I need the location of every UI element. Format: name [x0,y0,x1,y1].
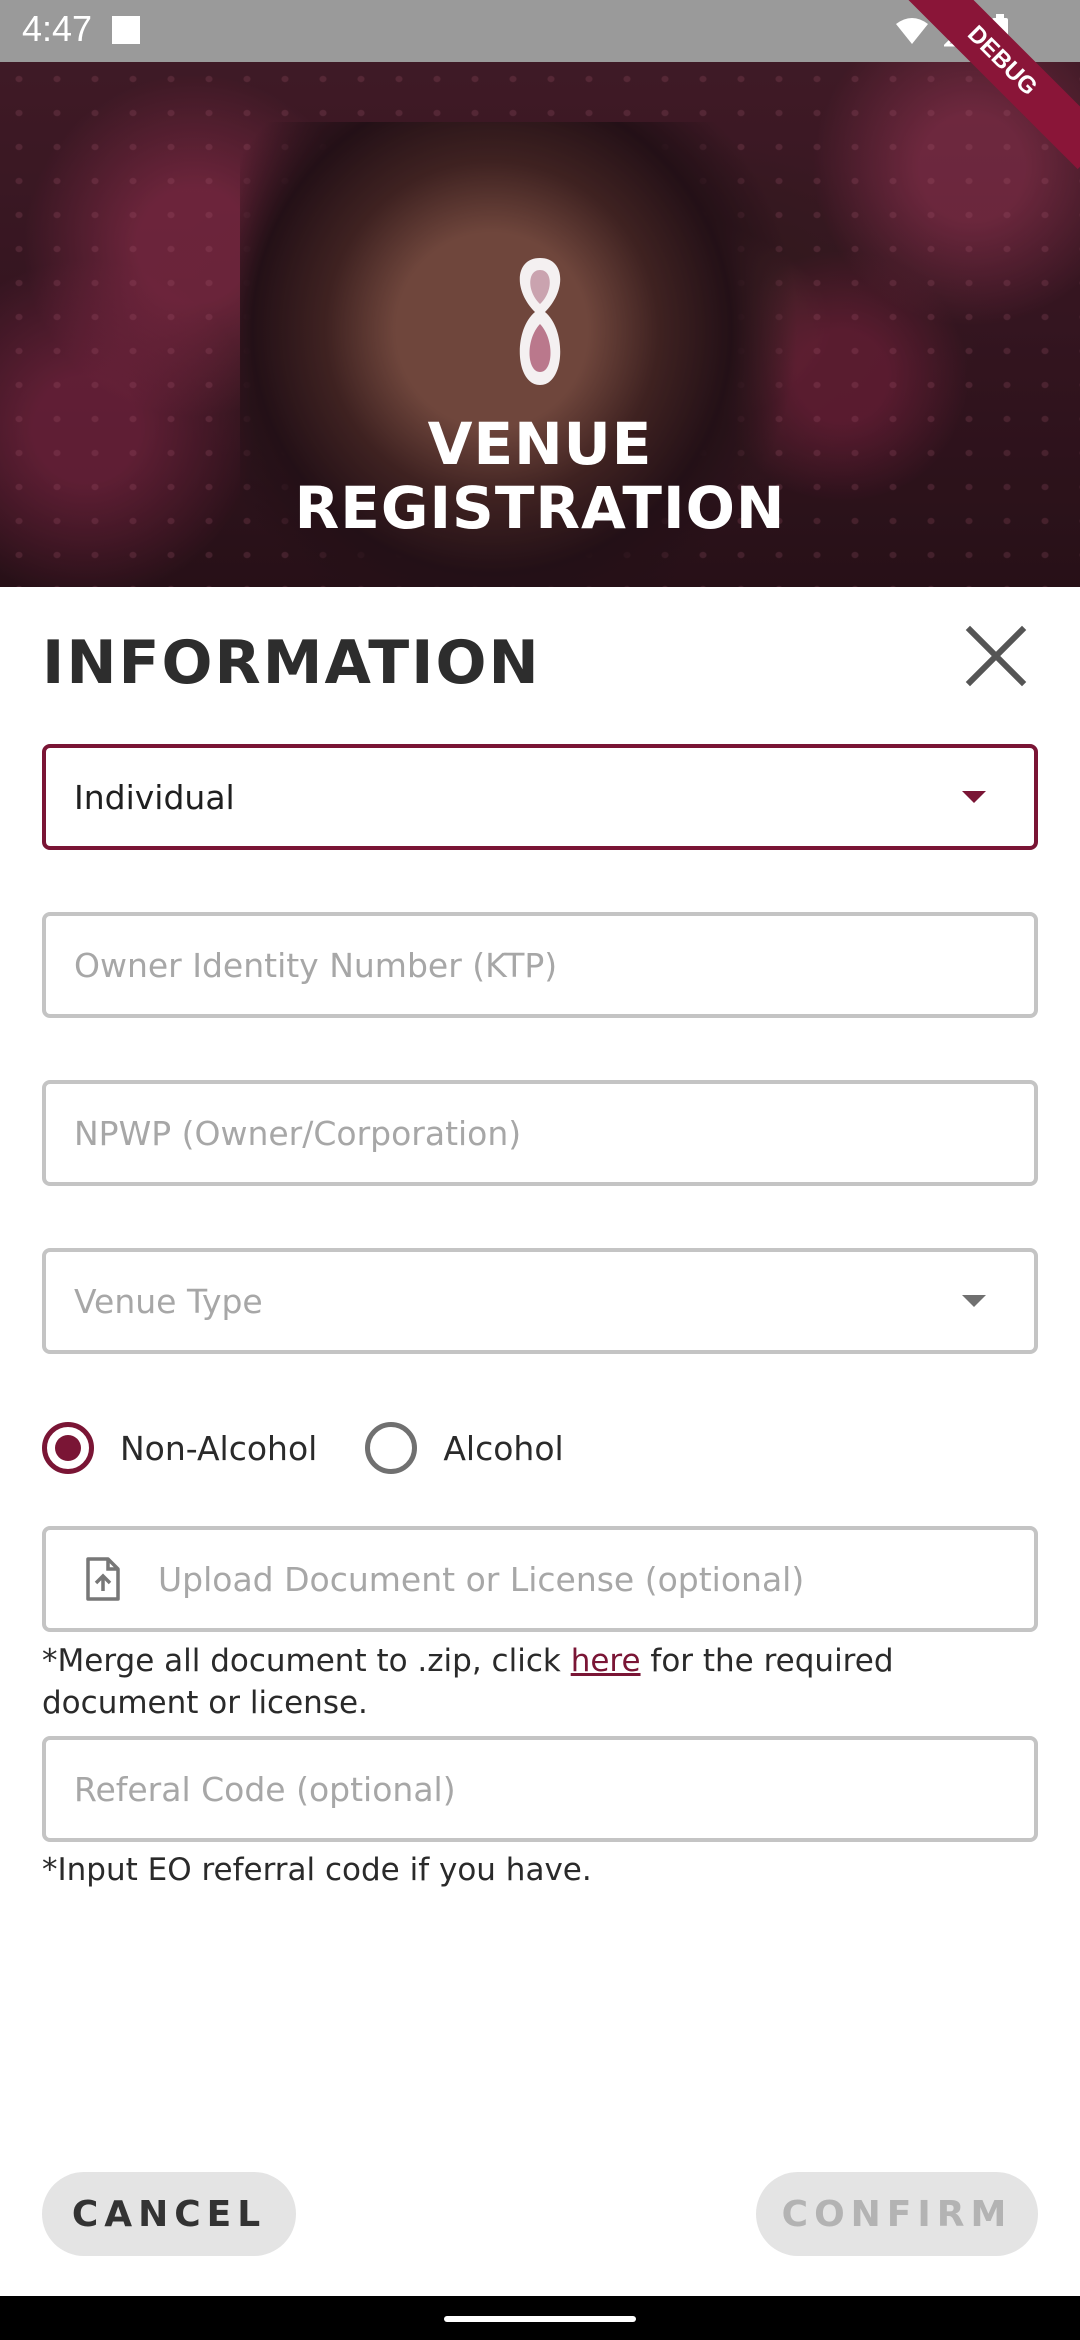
home-handle[interactable] [444,2316,636,2322]
radio-unselected-icon[interactable] [365,1422,418,1474]
referral-code-placeholder: Referal Code (optional) [74,1769,456,1809]
alcohol-radio-group: Non-Alcohol Alcohol [42,1416,612,1480]
radio-alcohol[interactable]: Alcohol [365,1422,564,1474]
npwp-input[interactable]: NPWP (Owner/Corporation) [42,1080,1038,1186]
npwp-placeholder: NPWP (Owner/Corporation) [74,1113,522,1153]
upload-hint: *Merge all document to .zip, click here … [42,1640,1042,1724]
upload-document-field[interactable]: Upload Document or License (optional) [42,1526,1038,1632]
hero-banner: VENUE REGISTRATION [0,62,1080,587]
emblem-logo-icon [519,258,561,385]
notification-icon [112,16,140,44]
radio-non-alcohol[interactable]: Non-Alcohol [42,1422,317,1474]
close-icon[interactable] [960,620,1032,692]
confirm-button[interactable]: CONFIRM [756,2172,1038,2256]
registrant-type-select[interactable]: Individual [42,744,1038,850]
upload-hint-text: *Merge all document to .zip, click [42,1643,571,1679]
form-title: INFORMATION [42,628,541,698]
wifi-icon [896,18,928,44]
upload-file-icon [86,1557,120,1601]
referral-hint: *Input EO referral code if you have. [42,1852,592,1888]
dropdown-arrow-icon [962,791,986,803]
registrant-type-value: Individual [74,777,235,817]
owner-identity-placeholder: Owner Identity Number (KTP) [74,945,558,985]
dropdown-arrow-icon [962,1295,986,1307]
upload-placeholder: Upload Document or License (optional) [158,1559,805,1599]
venue-type-placeholder: Venue Type [74,1281,263,1321]
radio-alcohol-label: Alcohol [443,1428,564,1468]
hero-title: VENUE REGISTRATION [0,412,1080,540]
radio-selected-icon[interactable] [42,1422,94,1474]
radio-non-alcohol-label: Non-Alcohol [120,1428,318,1468]
cancel-button[interactable]: CANCEL [42,2172,296,2256]
hero-title-line-1: VENUE [427,410,653,478]
referral-code-input[interactable]: Referal Code (optional) [42,1736,1038,1842]
owner-identity-input[interactable]: Owner Identity Number (KTP) [42,912,1038,1018]
navigation-bar [0,2296,1080,2340]
hero-title-line-2: REGISTRATION [294,474,786,542]
status-time: 4:47 [22,8,93,49]
required-documents-link[interactable]: here [571,1643,641,1679]
venue-type-select[interactable]: Venue Type [42,1248,1038,1354]
